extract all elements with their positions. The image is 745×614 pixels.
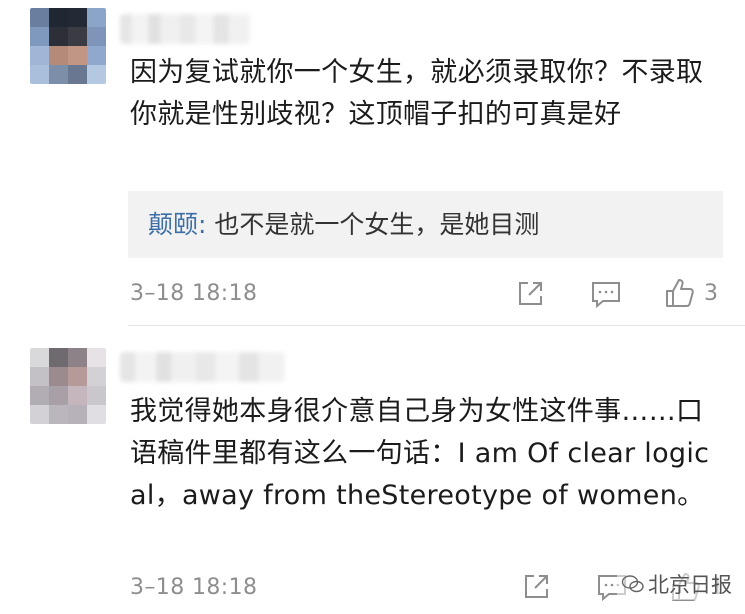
like-count: 3 xyxy=(704,280,718,306)
wechat-icon xyxy=(621,575,644,593)
username-blurred[interactable] xyxy=(120,14,250,44)
reply-button[interactable] xyxy=(590,280,622,310)
share-button[interactable] xyxy=(521,572,551,602)
comment-time: 3–18 18:18 xyxy=(130,281,258,306)
share-button[interactable] xyxy=(515,279,545,309)
comment-bubble-icon xyxy=(592,282,620,309)
reply-box[interactable]: 颠颐: 也不是就一个女生，是她目测 xyxy=(128,191,723,258)
reply-author[interactable]: 颠颐 xyxy=(148,210,198,239)
comment-text: 我觉得她本身很介意自己身为女性这件事……口语稿件里都有这么一句话：I am Of… xyxy=(130,396,710,511)
avatar[interactable] xyxy=(30,348,106,424)
watermark-label: 北京日报 xyxy=(648,573,732,597)
share-icon xyxy=(519,282,542,305)
comment-text: 因为复试就你一个女生，就必须录取你？不录取你就是性别歧视？这顶帽子扣的可真是好 xyxy=(130,57,704,130)
like-button[interactable]: 3 xyxy=(664,277,718,309)
username-blurred[interactable] xyxy=(120,352,285,382)
divider xyxy=(128,325,745,326)
avatar[interactable] xyxy=(30,8,106,84)
thumbs-up-icon xyxy=(666,279,694,307)
comment-time: 3–18 18:18 xyxy=(130,575,258,600)
comment-item xyxy=(0,0,745,325)
reply-text: 也不是就一个女生，是她目测 xyxy=(214,210,540,239)
watermark: 北京日报 xyxy=(617,568,736,600)
reply-separator: : xyxy=(198,210,215,239)
share-icon xyxy=(525,575,548,598)
